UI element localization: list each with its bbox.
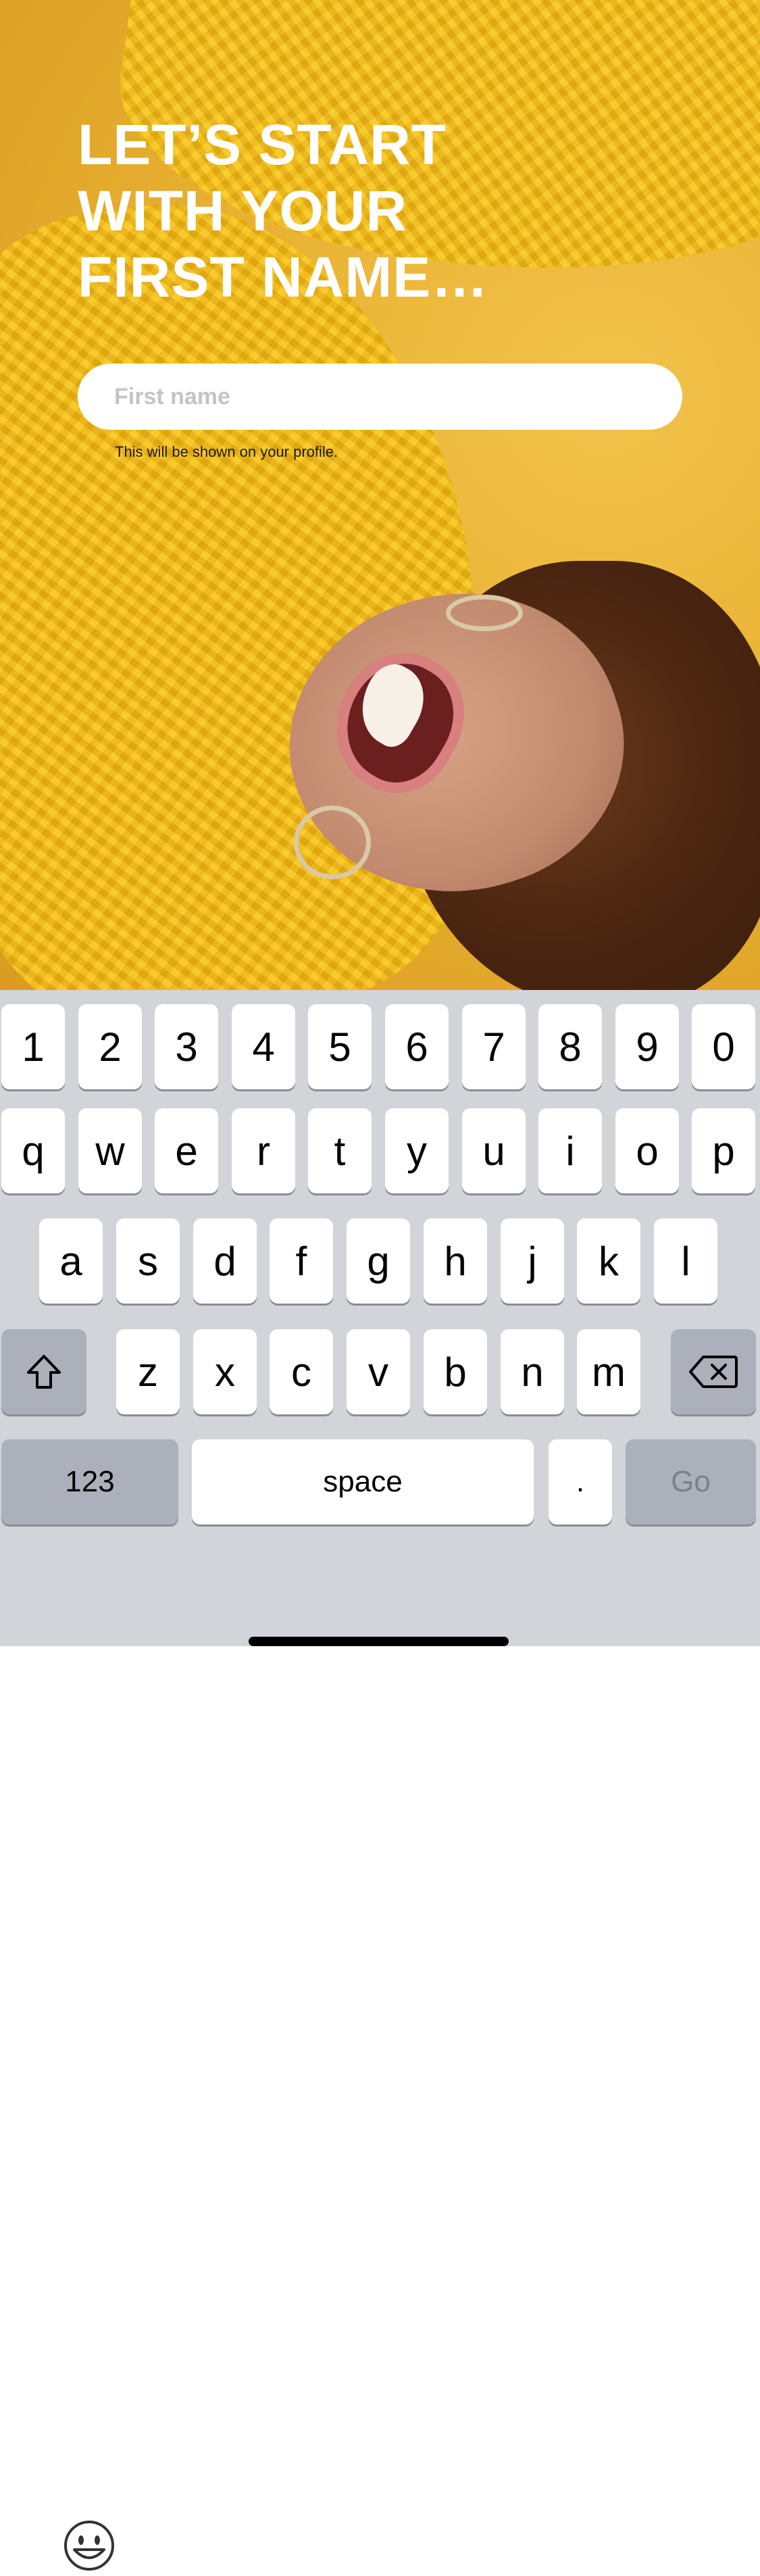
key-k[interactable]: k xyxy=(577,1218,640,1304)
key-4[interactable]: 4 xyxy=(232,1004,295,1089)
key-f[interactable]: f xyxy=(270,1218,333,1304)
key-y[interactable]: y xyxy=(385,1108,449,1193)
earring xyxy=(294,806,371,879)
key-0[interactable]: 0 xyxy=(692,1004,755,1089)
backspace-icon xyxy=(689,1356,738,1388)
numbers-key[interactable]: 123 xyxy=(1,1439,178,1525)
key-g[interactable]: g xyxy=(347,1218,410,1304)
key-9[interactable]: 9 xyxy=(615,1004,679,1089)
key-v[interactable]: v xyxy=(347,1329,410,1414)
key-p[interactable]: p xyxy=(692,1108,755,1193)
key-z[interactable]: z xyxy=(116,1329,180,1414)
key-5[interactable]: 5 xyxy=(308,1004,372,1089)
key-e[interactable]: e xyxy=(155,1108,218,1193)
key-u[interactable]: u xyxy=(462,1108,526,1193)
key-2[interactable]: 2 xyxy=(78,1004,142,1089)
key-7[interactable]: 7 xyxy=(462,1004,526,1089)
key-d[interactable]: d xyxy=(193,1218,257,1304)
key-m[interactable]: m xyxy=(577,1329,640,1414)
go-key[interactable]: Go xyxy=(626,1439,756,1525)
period-key[interactable]: . xyxy=(549,1439,612,1525)
helper-text: This will be shown on your profile. xyxy=(115,443,338,460)
home-indicator[interactable] xyxy=(249,1637,509,1646)
page-title: LET’S START WITH YOUR FIRST NAME… xyxy=(78,113,489,309)
key-l[interactable]: l xyxy=(654,1218,717,1304)
key-n[interactable]: n xyxy=(501,1329,564,1414)
keyboard: 1 2 3 4 5 6 7 8 9 0 q w e r t y u i o p … xyxy=(0,990,760,2571)
key-i[interactable]: i xyxy=(538,1108,602,1193)
key-1[interactable]: 1 xyxy=(1,1004,65,1089)
key-q[interactable]: q xyxy=(1,1108,65,1193)
key-8[interactable]: 8 xyxy=(538,1004,602,1089)
backspace-key[interactable] xyxy=(671,1329,756,1414)
key-t[interactable]: t xyxy=(308,1108,372,1193)
key-r[interactable]: r xyxy=(232,1108,295,1193)
earring-top xyxy=(446,595,523,631)
key-b[interactable]: b xyxy=(424,1329,487,1414)
shift-icon xyxy=(27,1355,61,1389)
first-name-input[interactable] xyxy=(78,364,682,430)
key-s[interactable]: s xyxy=(116,1218,180,1304)
space-key[interactable]: space xyxy=(192,1439,534,1525)
emoji-key[interactable] xyxy=(62,2519,116,2573)
key-h[interactable]: h xyxy=(424,1218,487,1304)
key-o[interactable]: o xyxy=(615,1108,679,1193)
key-w[interactable]: w xyxy=(78,1108,142,1193)
key-a[interactable]: a xyxy=(39,1218,103,1304)
key-x[interactable]: x xyxy=(193,1329,257,1414)
key-6[interactable]: 6 xyxy=(385,1004,449,1089)
emoji-icon xyxy=(64,2521,114,2571)
key-j[interactable]: j xyxy=(501,1218,564,1304)
shift-key[interactable] xyxy=(1,1329,86,1414)
key-3[interactable]: 3 xyxy=(155,1004,218,1089)
key-c[interactable]: c xyxy=(270,1329,333,1414)
